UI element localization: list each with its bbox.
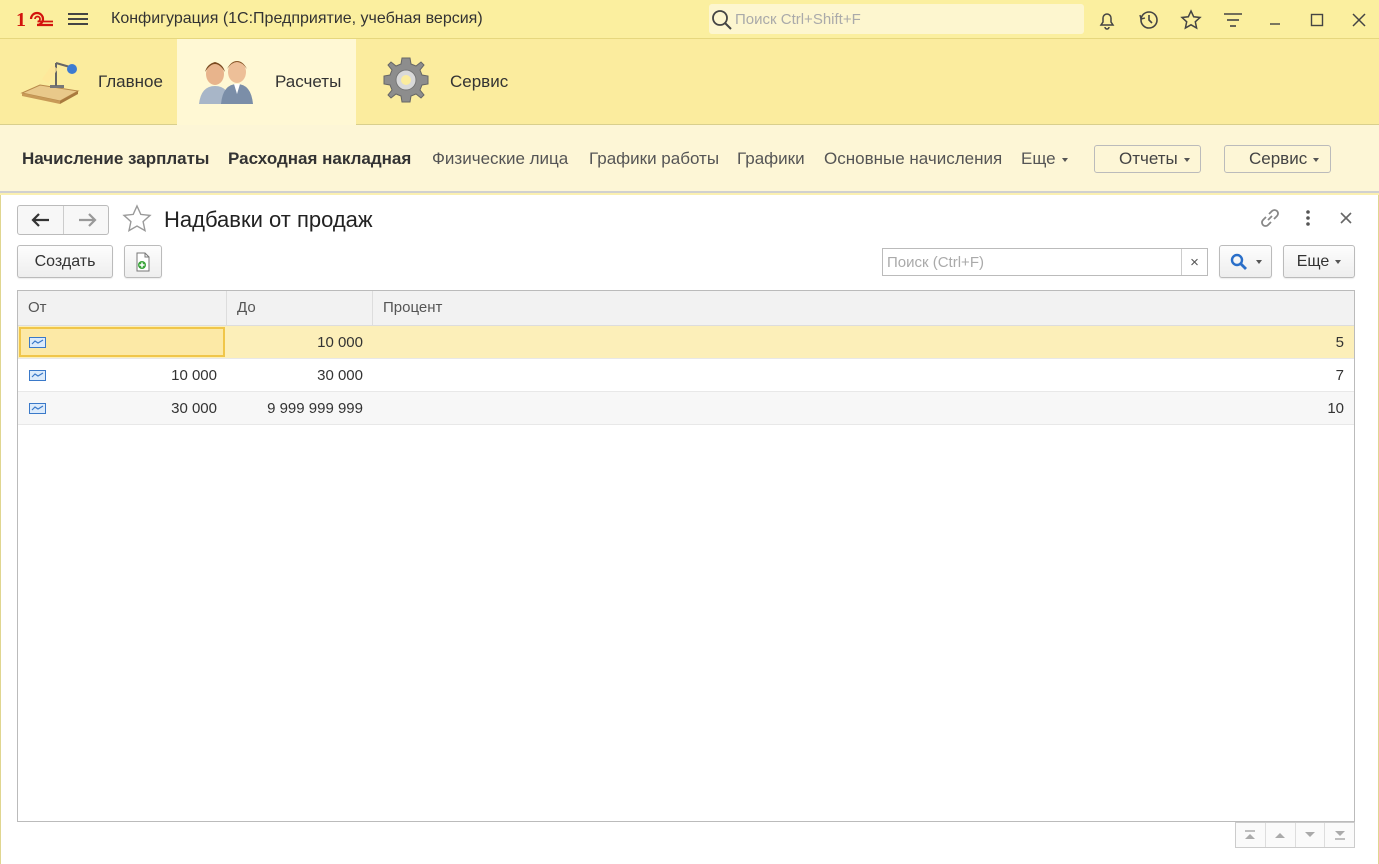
reports-label: Отчеты: [1119, 149, 1178, 168]
svg-text:1: 1: [16, 9, 25, 30]
column-header-percent[interactable]: Процент: [373, 291, 1354, 325]
maximize-icon[interactable]: [1304, 7, 1330, 33]
table-row[interactable]: 30 000 9 999 999 999 10: [18, 392, 1354, 425]
section-main[interactable]: Главное: [0, 39, 177, 125]
section-service[interactable]: Сервис: [356, 39, 531, 125]
search-input[interactable]: [883, 249, 1181, 275]
service-label: Сервис: [1249, 149, 1308, 168]
search-icon: [712, 10, 732, 30]
cell-from: 30 000: [171, 400, 217, 417]
scroll-down-icon: [1304, 832, 1315, 837]
history-icon[interactable]: [1136, 7, 1162, 33]
favorite-star-icon[interactable]: [121, 203, 153, 239]
scroll-buttons: [1235, 822, 1355, 848]
link-schedules[interactable]: Графики: [737, 149, 805, 169]
scroll-bottom-icon: [1334, 831, 1345, 840]
chevron-down-icon: [1335, 259, 1342, 264]
search-icon: [1230, 253, 1247, 270]
cell-to: 9 999 999 999: [267, 400, 363, 417]
sections-panel: Главное Расчеты Сервис: [0, 39, 1379, 125]
copy-document-icon: [136, 252, 150, 271]
close-window-icon[interactable]: [1346, 7, 1372, 33]
search-field: ×: [882, 248, 1208, 276]
more-actions-icon[interactable]: [1297, 207, 1319, 229]
scroll-to-bottom-button[interactable]: [1325, 823, 1354, 847]
back-button[interactable]: [18, 206, 63, 234]
chevron-down-icon: [1183, 157, 1190, 162]
chevron-down-icon: [1255, 259, 1262, 264]
more-button[interactable]: Еще: [1283, 245, 1355, 278]
scroll-up-button[interactable]: [1265, 823, 1296, 847]
create-button[interactable]: Создать: [17, 245, 113, 278]
table-row[interactable]: 10 000 30 000 7: [18, 359, 1354, 392]
service-button[interactable]: Сервис: [1224, 145, 1331, 173]
form-window: Надбавки от продаж Создать × Еще От До П…: [0, 195, 1379, 864]
cell-percent: 7: [1335, 367, 1344, 384]
more-menu-label: Еще: [1021, 149, 1056, 168]
function-panel: Начисление зарплаты Расходная накладная …: [0, 125, 1379, 193]
table-header: От До Процент: [18, 291, 1354, 326]
form-title: Надбавки от продаж: [164, 207, 373, 232]
people-icon: [195, 54, 257, 110]
gear-icon: [380, 54, 432, 110]
forward-button[interactable]: [64, 206, 109, 234]
cell-percent: 10: [1327, 400, 1344, 417]
minimize-icon[interactable]: [1262, 7, 1288, 33]
scroll-to-top-button[interactable]: [1236, 823, 1266, 847]
section-label: Главное: [98, 72, 163, 91]
chevron-down-icon: [1313, 157, 1320, 162]
close-form-icon[interactable]: [1335, 207, 1357, 229]
cell-percent: 5: [1335, 334, 1344, 351]
search-button[interactable]: [1219, 245, 1272, 278]
cell-to: 10 000: [317, 334, 363, 351]
section-calculations[interactable]: Расчеты: [177, 39, 356, 125]
chevron-down-icon: [1061, 157, 1068, 162]
navigation-buttons: [17, 205, 109, 235]
scroll-up-icon: [1275, 833, 1286, 838]
bell-icon[interactable]: [1094, 7, 1120, 33]
column-header-from[interactable]: От: [18, 291, 227, 325]
scroll-down-button[interactable]: [1295, 823, 1326, 847]
1c-logo-icon[interactable]: 1: [16, 8, 56, 30]
scroll-top-icon: [1245, 830, 1256, 839]
cell-to: 30 000: [317, 367, 363, 384]
arrow-left-icon: [30, 213, 49, 227]
section-label: Расчеты: [275, 72, 342, 91]
global-search-input[interactable]: [735, 4, 1075, 34]
functions-menu-icon[interactable]: [1220, 7, 1246, 33]
cell-from: 10 000: [171, 367, 217, 384]
reports-button[interactable]: Отчеты: [1094, 145, 1201, 173]
copy-button[interactable]: [124, 245, 162, 278]
more-menu[interactable]: Еще: [1021, 149, 1068, 169]
clear-search-button[interactable]: ×: [1181, 249, 1207, 275]
link-work-schedules[interactable]: Графики работы: [589, 149, 719, 169]
cell-from: [18, 326, 217, 358]
desk-lamp-icon: [20, 55, 80, 109]
arrow-right-icon: [78, 213, 97, 227]
favorites-star-icon[interactable]: [1178, 7, 1204, 33]
column-header-to[interactable]: До: [227, 291, 373, 325]
link-main-accruals[interactable]: Основные начисления: [824, 149, 1002, 169]
link-icon[interactable]: [1259, 207, 1281, 229]
table-row[interactable]: 10 000 5: [18, 326, 1354, 359]
link-payroll[interactable]: Начисление зарплаты: [22, 149, 209, 169]
main-menu-icon[interactable]: [68, 10, 88, 28]
data-table[interactable]: От До Процент 10 000 5 10 000 30 000 7 3…: [17, 290, 1355, 822]
link-expense-invoice[interactable]: Расходная накладная: [228, 149, 411, 169]
global-search[interactable]: [709, 4, 1084, 34]
app-title: Конфигурация (1С:Предприятие, учебная ве…: [111, 10, 483, 27]
link-individuals[interactable]: Физические лица: [432, 149, 568, 169]
title-bar: 1 Конфигурация (1С:Предприятие, учебная …: [0, 0, 1379, 39]
more-button-label: Еще: [1296, 252, 1330, 270]
section-label: Сервис: [450, 72, 509, 91]
